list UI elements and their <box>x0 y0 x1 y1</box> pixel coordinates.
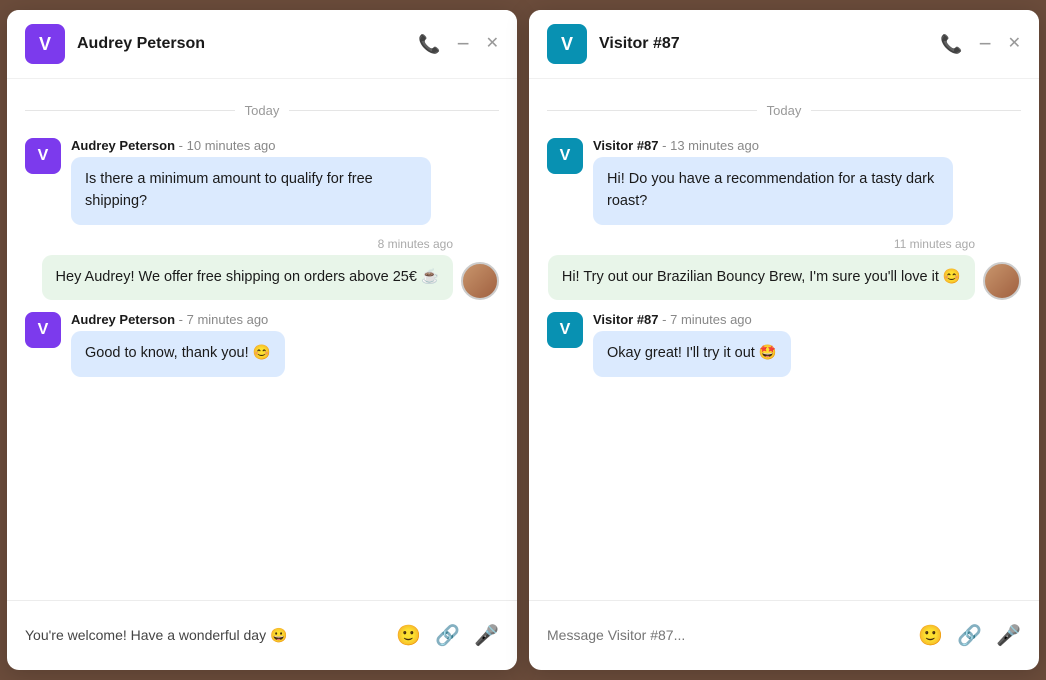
message-group-3: V Audrey Peterson - 7 minutes ago Good t… <box>25 312 499 377</box>
mic-icon-audrey[interactable]: 🎤 <box>474 623 499 648</box>
chat-window-visitor87: V Visitor #87 📞 − ✕ Today V Visitor #87 … <box>529 10 1039 670</box>
msg-time-1: - <box>179 138 187 153</box>
msg-avatar-v87-1: V <box>547 138 583 174</box>
attach-icon-audrey[interactable]: 🔗 <box>435 623 460 648</box>
msg-content-v87-2: 11 minutes ago Hi! Try out our Brazilian… <box>548 237 975 301</box>
message-group-2: 8 minutes ago Hey Audrey! We offer free … <box>25 237 499 301</box>
input-icons-audrey: 🙂 🔗 🎤 <box>396 623 499 648</box>
msg-timestamp-1: 10 minutes ago <box>187 138 276 153</box>
chat-header-audrey: V Audrey Peterson 📞 − ✕ <box>7 10 517 79</box>
msg-text-2: Hey Audrey! We offer free shipping on or… <box>56 269 439 285</box>
msg-timestamp-2: 8 minutes ago <box>378 237 453 251</box>
chat-input-area-v87: 🙂 🔗 🎤 <box>529 600 1039 670</box>
header-icons-audrey: 📞 − ✕ <box>418 33 499 55</box>
msg-content-v87-3: Visitor #87 - 7 minutes ago Okay great! … <box>593 312 791 377</box>
msg-bubble-3: Good to know, thank you! 😊 <box>71 331 285 377</box>
phone-icon-v87[interactable]: 📞 <box>940 35 962 53</box>
msg-sender-v87-1: Visitor #87 <box>593 138 659 153</box>
msg-avatar-audrey-3: V <box>25 312 61 348</box>
divider-line-left <box>25 110 235 111</box>
msg-meta-v87-1: Visitor #87 - 13 minutes ago <box>593 138 953 153</box>
msg-meta-1: Audrey Peterson - 10 minutes ago <box>71 138 431 153</box>
message-group-v87-2: 11 minutes ago Hi! Try out our Brazilian… <box>547 237 1021 301</box>
msg-content-2: 8 minutes ago Hey Audrey! We offer free … <box>42 237 453 301</box>
msg-avatar-v87-3: V <box>547 312 583 348</box>
msg-bubble-v87-2: Hi! Try out our Brazilian Bouncy Brew, I… <box>548 255 975 301</box>
msg-text-v87-1: Hi! Do you have a recommendation for a t… <box>607 171 934 209</box>
avatar-visitor87: V <box>547 24 587 64</box>
chat-body-audrey: Today V Audrey Peterson - 10 minutes ago… <box>7 79 517 600</box>
date-divider-audrey: Today <box>25 103 499 118</box>
agent-avatar-v87 <box>983 262 1021 300</box>
header-icons-visitor87: 📞 − ✕ <box>940 33 1021 55</box>
emoji-icon-v87[interactable]: 🙂 <box>918 623 943 648</box>
divider-line-right <box>289 110 499 111</box>
msg-meta-3: Audrey Peterson - 7 minutes ago <box>71 312 285 327</box>
msg-bubble-v87-3: Okay great! I'll try it out 🤩 <box>593 331 791 377</box>
msg-timestamp-v87-3: 7 minutes ago <box>670 312 752 327</box>
close-icon-v87[interactable]: ✕ <box>1008 36 1021 52</box>
phone-icon[interactable]: 📞 <box>418 35 440 53</box>
msg-content-1: Audrey Peterson - 10 minutes ago Is ther… <box>71 138 431 225</box>
input-icons-v87: 🙂 🔗 🎤 <box>918 623 1021 648</box>
date-label-v87: Today <box>767 103 802 118</box>
msg-sep-3: - <box>179 312 187 327</box>
msg-bubble-2: Hey Audrey! We offer free shipping on or… <box>42 255 453 301</box>
close-icon[interactable]: ✕ <box>486 36 499 52</box>
msg-sep-v87-1: - <box>662 138 670 153</box>
message-group-1: V Audrey Peterson - 10 minutes ago Is th… <box>25 138 499 225</box>
msg-bubble-v87-1: Hi! Do you have a recommendation for a t… <box>593 157 953 225</box>
msg-sender-v87-3: Visitor #87 <box>593 312 659 327</box>
date-divider-v87: Today <box>547 103 1021 118</box>
emoji-icon-audrey[interactable]: 🙂 <box>396 623 421 648</box>
avatar-audrey: V <box>25 24 65 64</box>
chat-title-visitor87: Visitor #87 <box>599 35 928 53</box>
minimize-icon-v87[interactable]: − <box>979 33 992 55</box>
msg-meta-v87-3: Visitor #87 - 7 minutes ago <box>593 312 791 327</box>
chat-input-audrey[interactable]: You're welcome! Have a wonderful day 😀 <box>25 625 386 646</box>
chat-window-audrey: V Audrey Peterson 📞 − ✕ Today V Audrey P… <box>7 10 517 670</box>
agent-avatar-1 <box>461 262 499 300</box>
msg-timestamp-v87-1: 13 minutes ago <box>670 138 759 153</box>
chat-title-audrey: Audrey Peterson <box>77 35 406 53</box>
attach-icon-v87[interactable]: 🔗 <box>957 623 982 648</box>
msg-sep-v87-3: - <box>662 312 670 327</box>
msg-timestamp-3: 7 minutes ago <box>187 312 269 327</box>
msg-sender-3: Audrey Peterson <box>71 312 175 327</box>
date-label-audrey: Today <box>245 103 280 118</box>
chat-input-v87[interactable] <box>547 625 908 646</box>
msg-text-1: Is there a minimum amount to qualify for… <box>85 171 373 209</box>
msg-text-v87-2: Hi! Try out our Brazilian Bouncy Brew, I… <box>562 269 961 285</box>
msg-bubble-1: Is there a minimum amount to qualify for… <box>71 157 431 225</box>
msg-avatar-audrey-1: V <box>25 138 61 174</box>
msg-content-v87-1: Visitor #87 - 13 minutes ago Hi! Do you … <box>593 138 953 225</box>
msg-content-3: Audrey Peterson - 7 minutes ago Good to … <box>71 312 285 377</box>
chat-input-area-audrey: You're welcome! Have a wonderful day 😀 🙂… <box>7 600 517 670</box>
message-group-v87-3: V Visitor #87 - 7 minutes ago Okay great… <box>547 312 1021 377</box>
mic-icon-v87[interactable]: 🎤 <box>996 623 1021 648</box>
divider-line-right-v87 <box>811 110 1021 111</box>
msg-text-3: Good to know, thank you! 😊 <box>85 345 271 361</box>
minimize-icon[interactable]: − <box>457 33 470 55</box>
msg-sender-1: Audrey Peterson <box>71 138 175 153</box>
divider-line-left-v87 <box>547 110 757 111</box>
msg-text-v87-3: Okay great! I'll try it out 🤩 <box>607 345 777 361</box>
message-group-v87-1: V Visitor #87 - 13 minutes ago Hi! Do yo… <box>547 138 1021 225</box>
chat-body-visitor87: Today V Visitor #87 - 13 minutes ago Hi!… <box>529 79 1039 600</box>
msg-timestamp-v87-2: 11 minutes ago <box>894 237 975 251</box>
chat-header-visitor87: V Visitor #87 📞 − ✕ <box>529 10 1039 79</box>
